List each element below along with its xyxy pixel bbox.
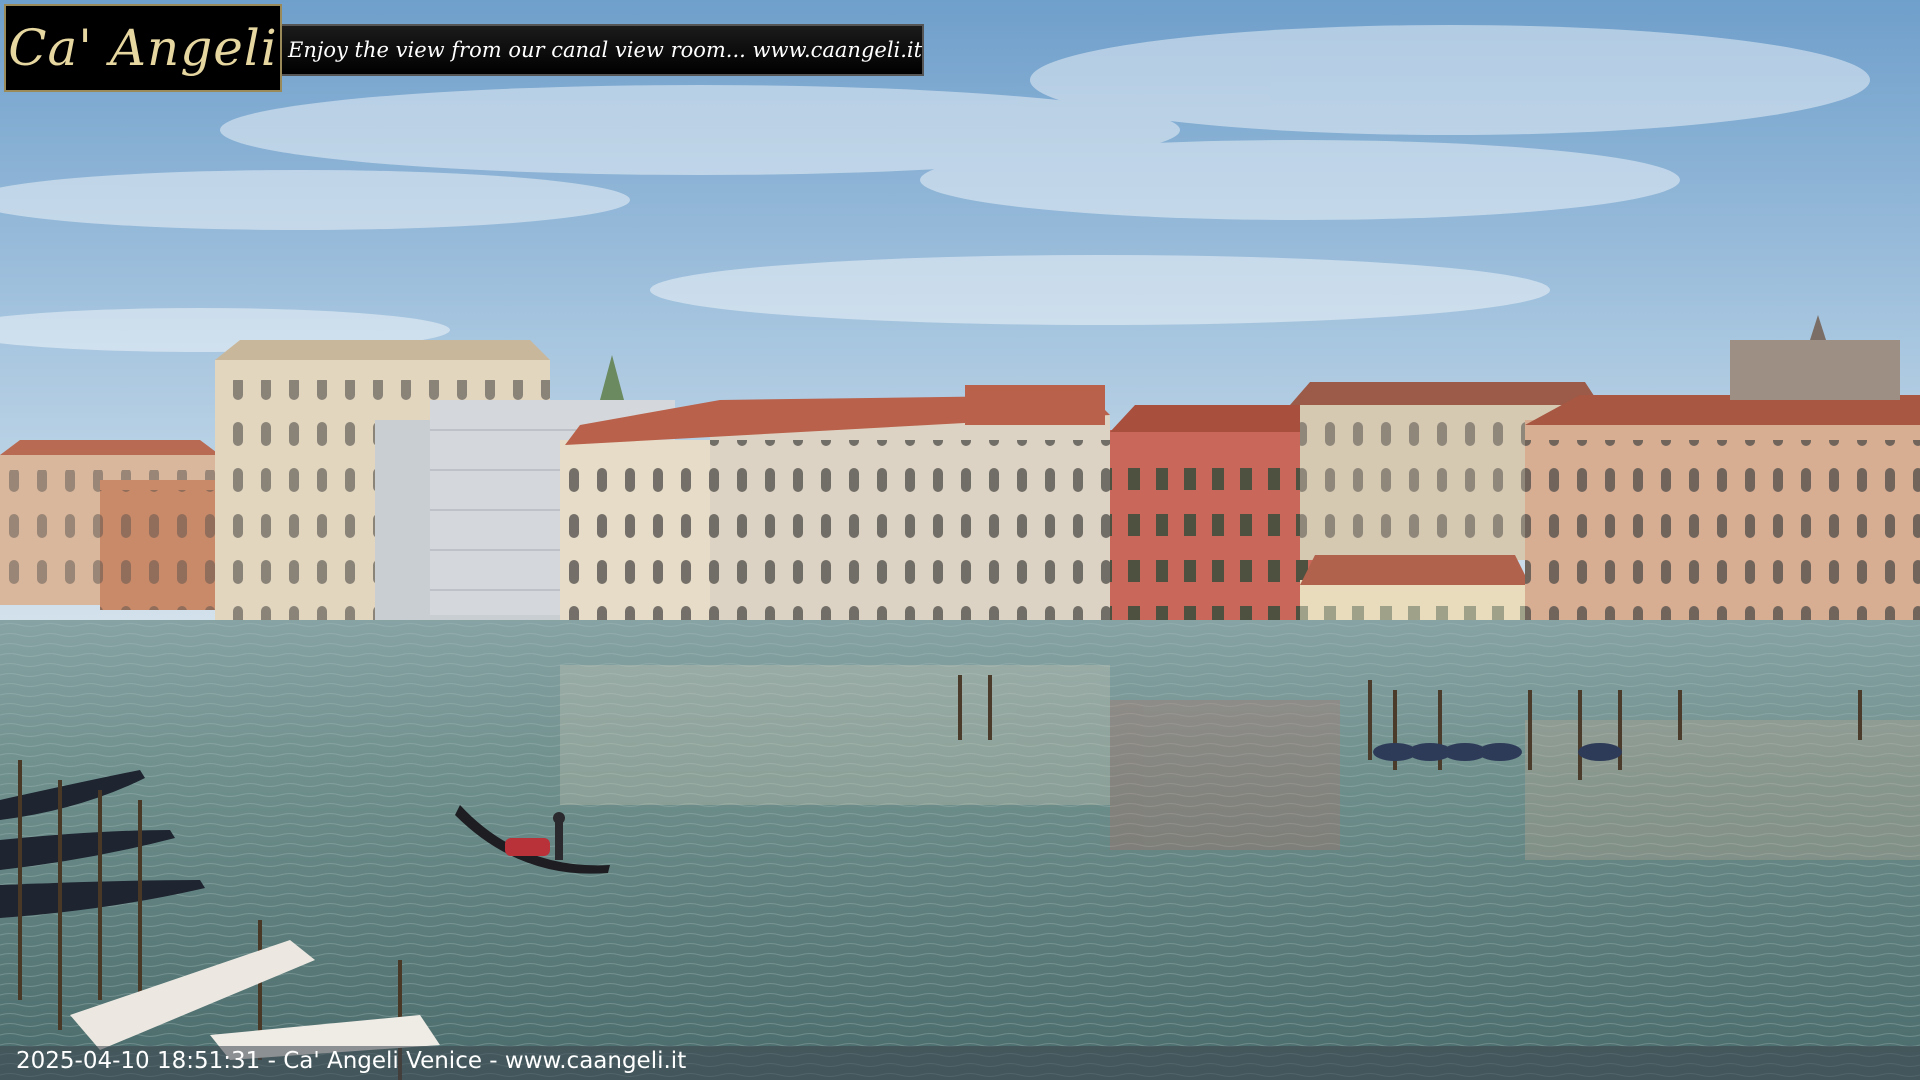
distant-buildings-left (0, 440, 220, 610)
timestamp-bar: 2025-04-10 18:51:31 - Ca' Angeli Venice … (0, 1046, 1920, 1080)
moored-gondolas-right (1373, 743, 1622, 761)
logo-text: Ca' Angeli (8, 19, 278, 77)
timestamp-caption: 2025-04-10 18:51:31 - Ca' Angeli Venice … (16, 1048, 687, 1074)
canal-webcam-scene (0, 0, 1920, 1080)
caangeli-logo: Ca' Angeli (4, 4, 282, 92)
watermark-banner: Ca' Angeli Enjoy the view from our canal… (4, 4, 924, 96)
tagline-text: Enjoy the view from our canal view room.… (288, 38, 923, 62)
tagline-strip: Enjoy the view from our canal view room.… (282, 24, 924, 76)
